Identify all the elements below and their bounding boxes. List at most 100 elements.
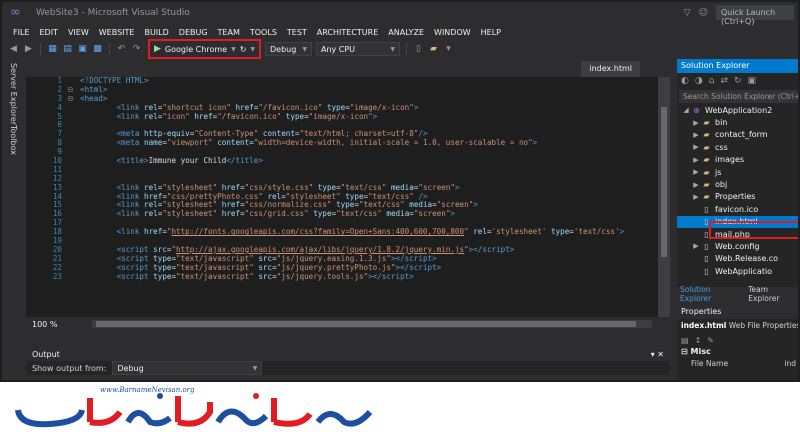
tree-item[interactable]: ▶ ▰ bin — [677, 116, 798, 128]
refresh-icon[interactable]: ↻ — [240, 45, 247, 54]
menu-edit[interactable]: EDIT — [34, 28, 62, 37]
expand-arrow-icon[interactable]: ◢ — [681, 106, 691, 114]
menu-tools[interactable]: TOOLS — [245, 28, 282, 37]
toolbar-overflow-icon[interactable]: ▾ — [443, 44, 454, 54]
undo-icon[interactable]: ↶ — [116, 44, 127, 54]
fold-toggle-icon — [68, 130, 80, 139]
solution-explorer-search-input[interactable]: Search Solution Explorer (Ctrl+;) — [679, 90, 798, 103]
code-line[interactable]: 1 <!DOCTYPE HTML> — [26, 77, 658, 86]
fold-toggle-icon — [68, 157, 80, 166]
code-text: <title>Immune your Child</title> — [116, 156, 263, 166]
visual-studio-logo-icon: ∞ — [10, 5, 21, 20]
expand-arrow-icon[interactable]: ▶ — [691, 181, 701, 189]
toolbox-tab[interactable]: Toolbox — [9, 125, 18, 155]
expand-arrow-icon[interactable]: ▶ — [691, 143, 701, 151]
menu-debug[interactable]: DEBUG — [174, 28, 213, 37]
tree-item[interactable]: ▶ ▰ Properties — [677, 191, 798, 203]
output-source-dropdown[interactable]: Debug ▼ — [112, 361, 263, 375]
configuration-dropdown[interactable]: Debug ▼ — [265, 42, 312, 56]
save-all-icon[interactable]: ▩ — [92, 44, 103, 54]
expand-arrow-icon[interactable]: ▶ — [691, 168, 701, 176]
properties-category[interactable]: ⊟ Misc — [677, 347, 798, 359]
menu-test[interactable]: TEST — [282, 28, 312, 37]
output-window-controls[interactable]: ▾ ✕ — [651, 350, 664, 359]
tab-solution-explorer[interactable]: Solution Explorer — [680, 285, 742, 303]
feedback-icon[interactable]: ☺ — [699, 8, 708, 18]
vertical-scrollbar[interactable] — [658, 77, 670, 317]
forward-icon[interactable]: ◑ — [695, 76, 703, 86]
code-line[interactable]: 23 <script type="text/javascript" src="j… — [26, 272, 658, 282]
zoom-level[interactable]: 100 % — [26, 320, 86, 329]
refresh-icon[interactable]: ↻ — [734, 76, 742, 86]
tree-item[interactable]: ▶ ▰ contact_form — [677, 129, 798, 141]
start-debugging-button[interactable]: ▶ Google Chrome ▼ ↻ ▼ — [148, 39, 262, 59]
menu-help[interactable]: HELP — [476, 28, 506, 37]
properties-object-selector[interactable]: index.html Web File Properties — [677, 319, 798, 333]
categorized-icon[interactable]: ▤ — [681, 336, 689, 345]
expand-arrow-icon[interactable]: ▶ — [691, 193, 701, 201]
menu-analyze[interactable]: ANALYZE — [383, 28, 429, 37]
tab-team-explorer[interactable]: Team Explorer — [748, 285, 798, 303]
code-line[interactable]: 2 ⊟ <html> — [26, 85, 658, 95]
chevron-down-icon: ▼ — [390, 45, 395, 53]
new-project-icon[interactable]: ▦ — [47, 44, 58, 54]
menu-view[interactable]: VIEW — [63, 28, 94, 37]
properties-row[interactable]: File Name ind — [677, 359, 798, 371]
code-line[interactable]: 8 <meta name="viewport" content="width=d… — [26, 138, 658, 148]
platform-dropdown[interactable]: Any CPU ▼ — [315, 42, 400, 56]
redo-icon[interactable]: ↷ — [131, 44, 142, 54]
tree-item[interactable]: ▯ Web.Release.co — [677, 253, 798, 265]
tree-item[interactable]: ▶ ▰ obj — [677, 178, 798, 190]
tree-item[interactable]: ▯ WebApplicatio — [677, 265, 798, 277]
code-line[interactable]: 5 <link rel="icon" href="/favicon.ico" t… — [26, 112, 658, 122]
device-icon[interactable]: ▯ — [413, 44, 424, 54]
menu-team[interactable]: TEAM — [213, 28, 245, 37]
code-line[interactable]: 10 <title>Immune your Child</title> — [26, 156, 658, 166]
home-icon[interactable]: ⌂ — [709, 76, 715, 86]
menu-build[interactable]: BUILD — [139, 28, 173, 37]
expand-arrow-icon[interactable]: ▶ — [691, 242, 701, 250]
file-icon: ▯ — [704, 254, 709, 264]
quick-launch-input[interactable]: Quick Launch (Ctrl+Q) — [716, 5, 794, 26]
property-pages-icon[interactable]: ✎ — [707, 336, 714, 345]
tree-item[interactable]: ▶ ▰ css — [677, 141, 798, 153]
code-text: <link rel="stylesheet" href="css/grid.cs… — [116, 209, 455, 219]
tab-index-html[interactable]: index.html — [581, 61, 640, 77]
horizontal-scrollbar-thumb[interactable] — [96, 321, 636, 327]
output-panel: Output ▾ ✕ Show output from: Debug ▼ — [26, 347, 670, 380]
save-icon[interactable]: ▣ — [77, 44, 88, 54]
horizontal-scrollbar[interactable] — [92, 320, 652, 328]
forward-icon[interactable]: ▶ — [23, 44, 34, 54]
code-line[interactable]: 11 — [26, 165, 658, 175]
chevron-down-icon[interactable]: ▼ — [231, 46, 236, 53]
tree-item[interactable]: ▶ ▯ Web.config — [677, 240, 798, 252]
chevron-down-icon[interactable]: ▼ — [250, 46, 255, 53]
tree-item[interactable]: ◢ ⊕ WebApplication2 — [677, 104, 798, 116]
expand-arrow-icon[interactable]: ▶ — [691, 131, 701, 139]
alphabetical-icon[interactable]: ↕ — [695, 336, 702, 345]
menu-file[interactable]: FILE — [8, 28, 34, 37]
code-editor[interactable]: 1 <!DOCTYPE HTML> 2 ⊟ <html> 3 ⊟ <head> 4 <link … — [26, 77, 658, 317]
notification-flag-icon[interactable]: ▽ — [684, 8, 691, 18]
collapse-all-icon[interactable]: ▣ — [748, 76, 757, 86]
expand-arrow-icon[interactable]: ▶ — [691, 156, 701, 164]
code-line[interactable]: 16 <link rel="stylesheet" href="css/grid… — [26, 209, 658, 219]
expand-arrow-icon[interactable]: ▶ — [691, 119, 701, 127]
code-line[interactable]: 18 <link href="http://fonts.googleapis.c… — [26, 227, 658, 237]
fold-toggle-icon[interactable]: ⊟ — [68, 94, 80, 104]
sync-icon[interactable]: ⇄ — [720, 76, 728, 86]
vertical-scrollbar-thumb[interactable] — [661, 107, 667, 257]
folder-icon[interactable]: ▰ — [428, 44, 439, 54]
menu-window[interactable]: WINDOW — [429, 28, 476, 37]
tree-item[interactable]: ▶ ▰ js — [677, 166, 798, 178]
menu-website[interactable]: WEBSITE — [94, 28, 140, 37]
standard-toolbar: ◀ ▶ ▦ ▤ ▣ ▩ ↶ ↷ ▶ Google Chrome ▼ ↻ ▼ De… — [2, 39, 798, 59]
back-icon[interactable]: ◐ — [681, 76, 689, 86]
tree-item[interactable]: ▯ favicon.ico — [677, 203, 798, 215]
code-text: <link href="http://fonts.googleapis.com/… — [116, 227, 625, 237]
back-icon[interactable]: ◀ — [8, 44, 19, 54]
tree-item[interactable]: ▶ ▰ images — [677, 154, 798, 166]
menu-architecture[interactable]: ARCHITECTURE — [312, 28, 383, 37]
open-file-icon[interactable]: ▤ — [62, 44, 73, 54]
server-explorer-tab[interactable]: Server Explorer — [9, 63, 18, 125]
